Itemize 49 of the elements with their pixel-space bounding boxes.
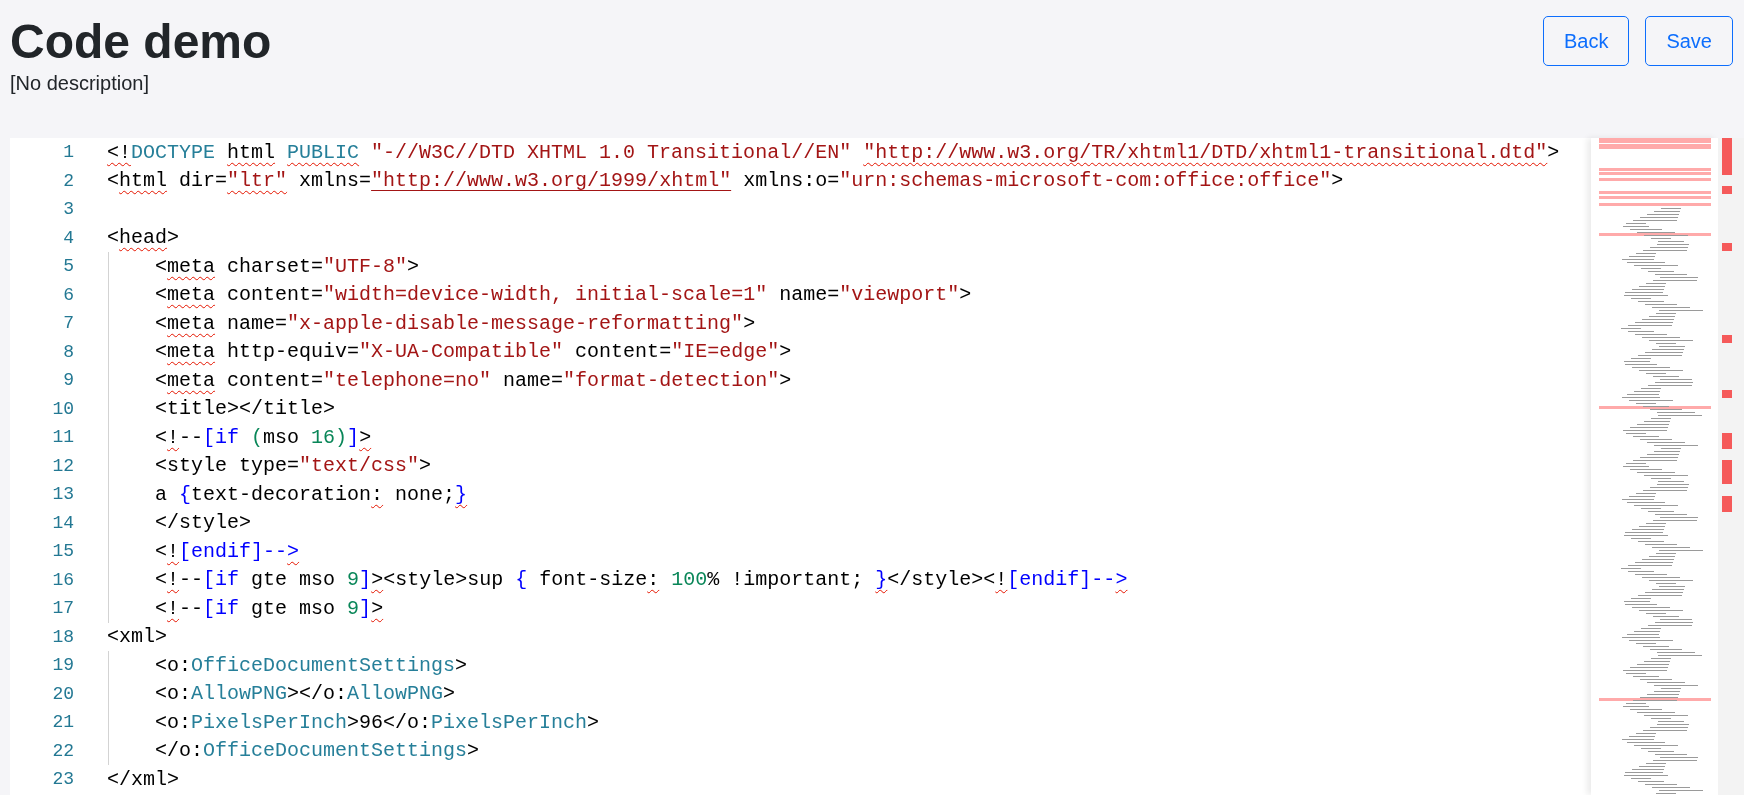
line-number: 14	[51, 512, 74, 533]
line-number: 2	[62, 170, 74, 191]
line-number: 8	[62, 341, 74, 362]
line-number: 17	[51, 598, 74, 619]
code-line: <meta charset="UTF-8">	[107, 252, 420, 281]
line-number: 21	[51, 712, 74, 733]
code-line: <meta content="telephone=no" name="format-detection">	[107, 366, 792, 395]
line-number: 7	[62, 313, 74, 334]
line-number: 6	[62, 284, 74, 305]
line-number: 23	[51, 769, 74, 790]
code-line: a {text-decoration: none;}	[107, 480, 468, 509]
back-button[interactable]: Back	[1542, 16, 1630, 66]
line-number: 22	[51, 740, 74, 761]
line-number: 18	[51, 626, 74, 647]
line-number: 3	[62, 199, 74, 220]
line-number: 19	[51, 655, 74, 676]
code-line: </style>	[107, 508, 251, 537]
line-number: 1	[62, 142, 74, 163]
line-number: 16	[51, 569, 74, 590]
line-number: 13	[51, 484, 74, 505]
page-description: [No description]	[10, 71, 150, 96]
code-line: </o:OfficeDocumentSettings>	[107, 736, 480, 765]
line-number: 11	[51, 427, 74, 448]
code-line: <head>	[107, 225, 180, 252]
code-line: <meta name="x-apple-disable-message-reformatting">	[107, 309, 756, 338]
line-number: 15	[51, 541, 74, 562]
code-line: <html dir="ltr" xmlns="http://www.w3.org/1999/xhtml" xmlns:o="urn:schemas-microsoft-com:office:office">	[107, 168, 1344, 195]
line-number: 12	[51, 455, 74, 476]
line-number: 20	[51, 683, 74, 704]
code-line: </xml>	[107, 766, 179, 793]
code-line: <xml>	[107, 624, 167, 651]
line-number: 5	[62, 256, 74, 277]
code-line: <o:OfficeDocumentSettings>	[107, 651, 468, 680]
code-line: <o:PixelsPerInch>96</o:PixelsPerInch>	[107, 708, 600, 737]
code-line: <!--[if gte mso 9]><style>sup { font-size: 100% !important; }</style><![endif]-->	[107, 565, 1128, 594]
code-line: <!--[if (mso 16)]>	[107, 423, 372, 452]
code-line: <![endif]-->	[107, 537, 300, 566]
save-button[interactable]: Save	[1645, 16, 1733, 66]
line-number: 9	[62, 370, 74, 391]
code-line: <title></title>	[107, 394, 336, 423]
code-line: <!--[if gte mso 9]>	[107, 594, 384, 623]
page-title: Code demo	[10, 14, 272, 70]
line-number: 10	[51, 398, 74, 419]
code-line: <o:AllowPNG></o:AllowPNG>	[107, 679, 456, 708]
line-number: 4	[62, 227, 74, 248]
code-line: <meta http-equiv="X-UA-Compatible" content="IE=edge">	[107, 337, 792, 366]
code-line: <meta content="width=device-width, initial-scale=1" name="viewport">	[107, 280, 972, 309]
code-line: <style type="text/css">	[107, 451, 432, 480]
code-line: <!DOCTYPE html PUBLIC "-//W3C//DTD XHTML 1.0 Transitional//EN" "http://www.w3.org/TR/xhtml1/DTD/xhtml1-transitional.dtd">	[107, 139, 1560, 166]
